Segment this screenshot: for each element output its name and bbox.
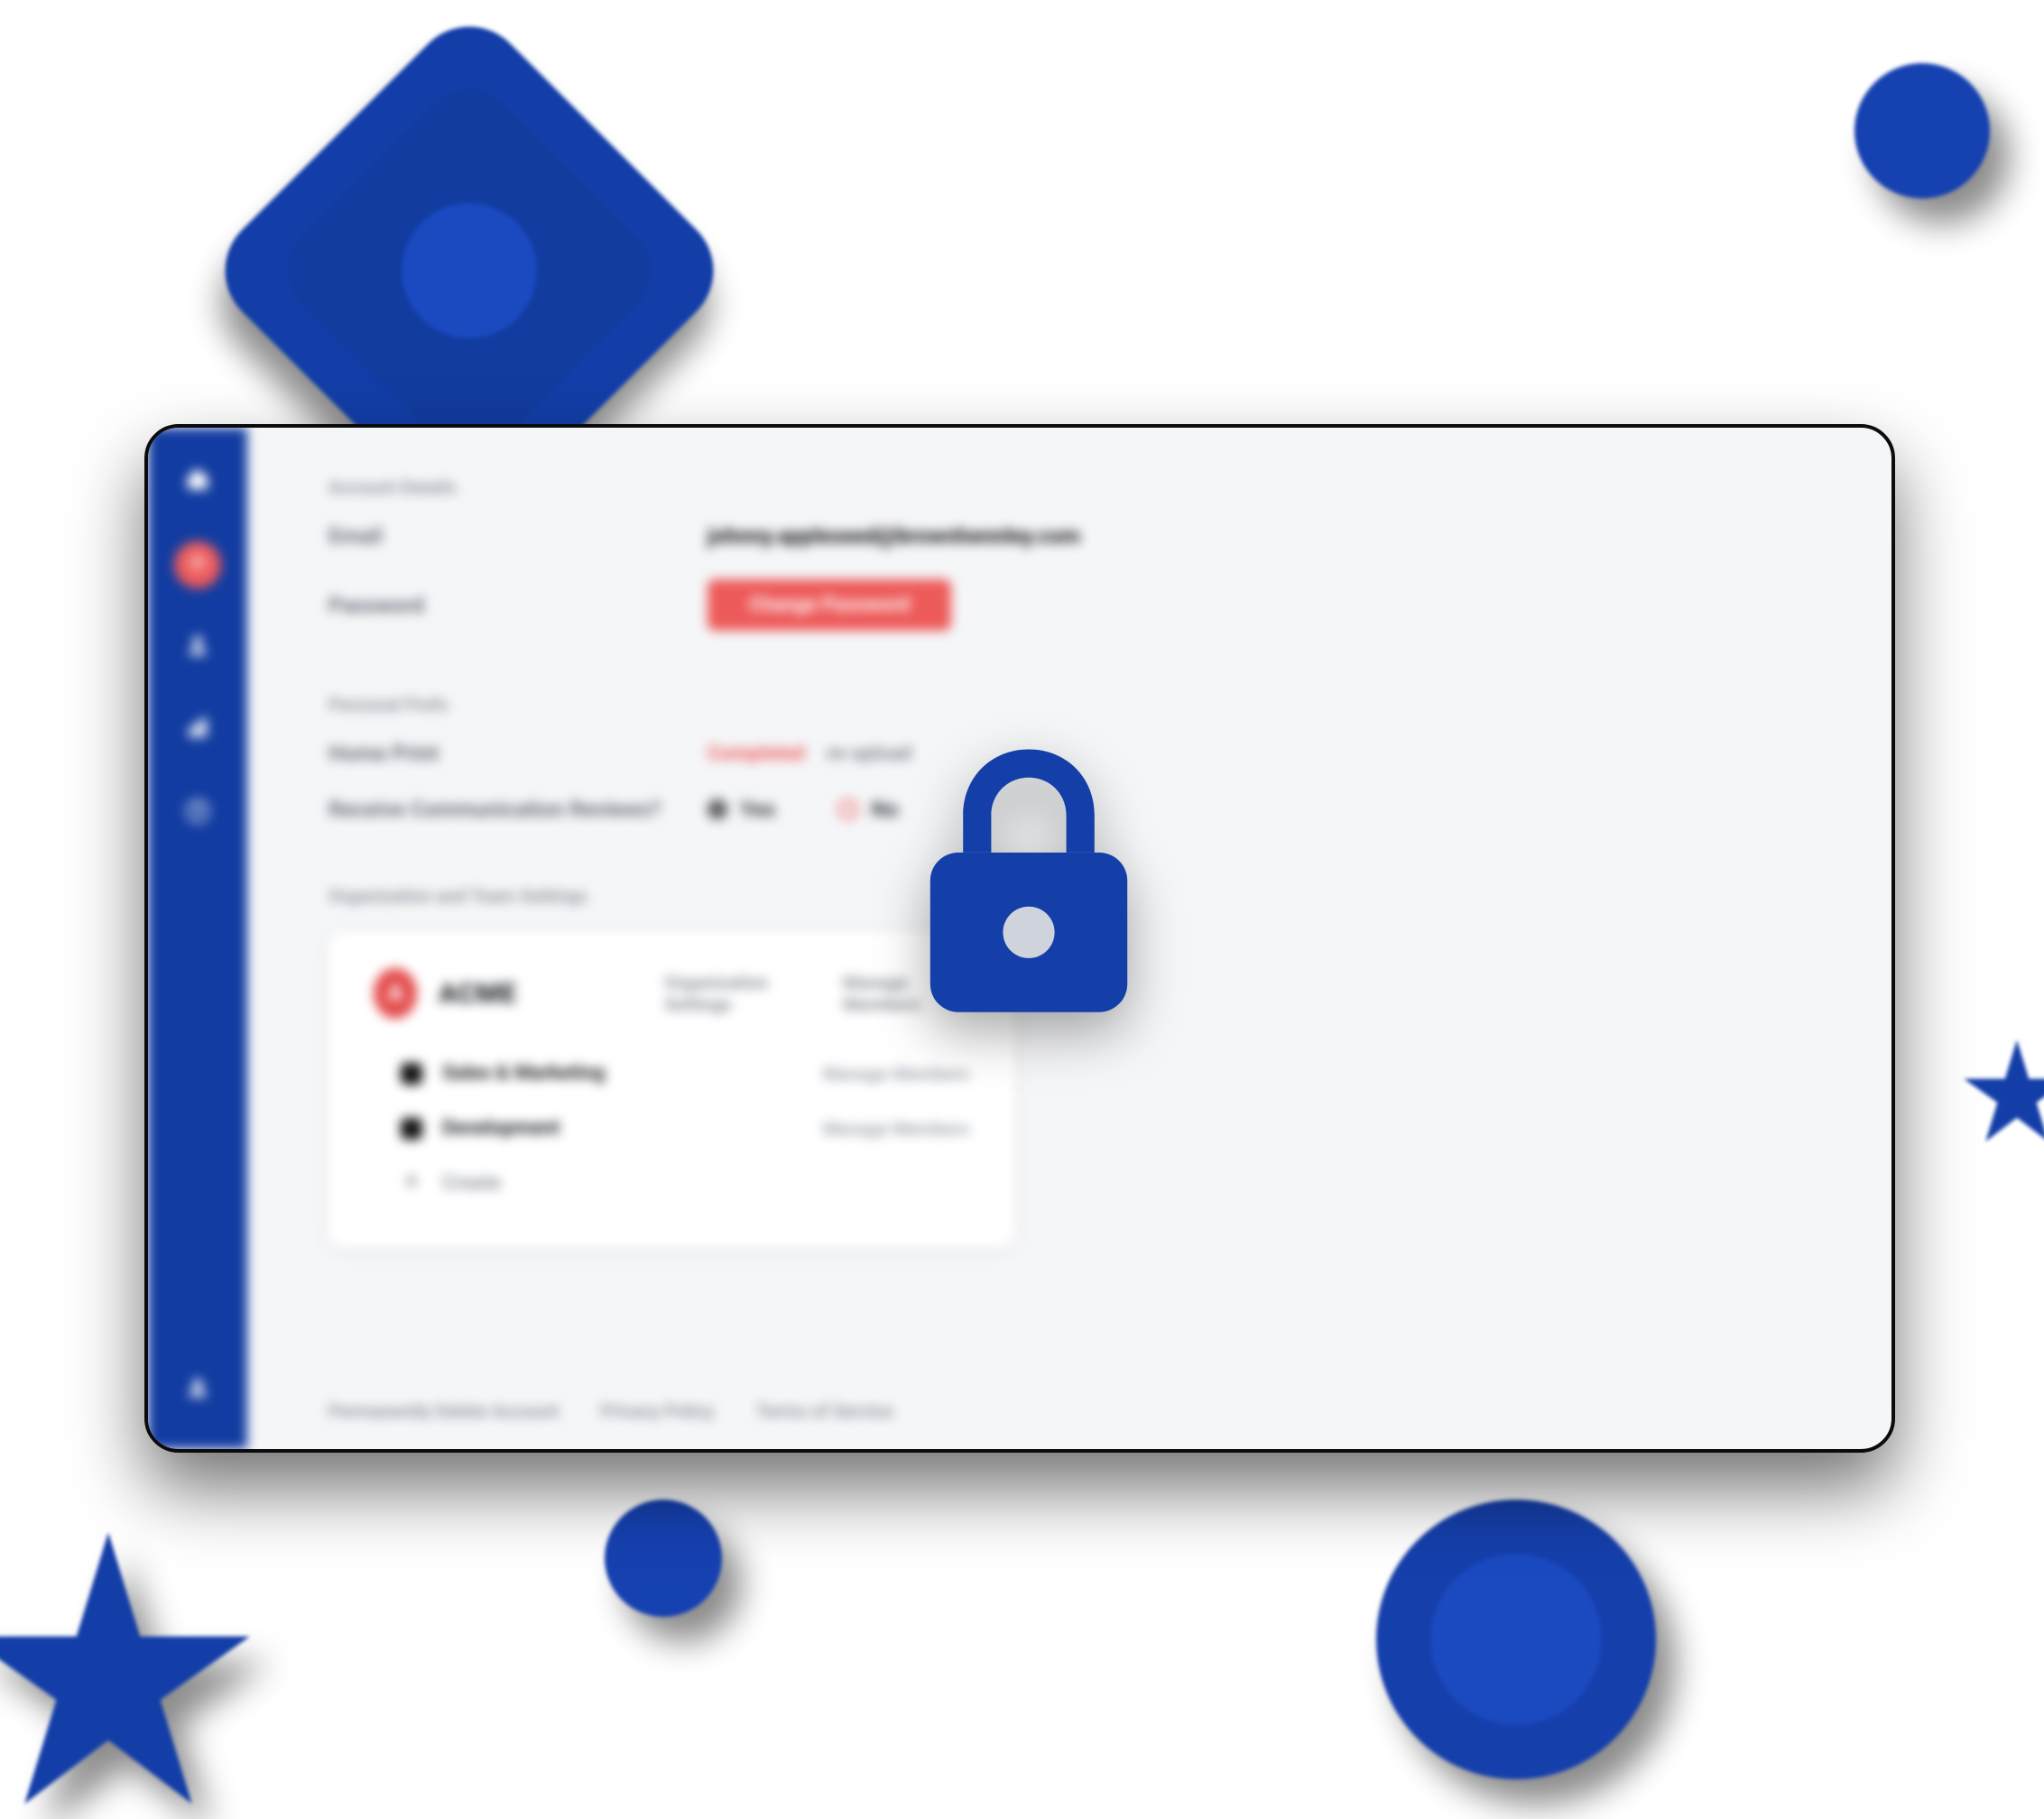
home-icon: [185, 466, 210, 498]
org-logo: A: [374, 968, 417, 1019]
decorative-circle: [1376, 1500, 1656, 1779]
create-team-row[interactable]: + Create: [374, 1156, 969, 1211]
email-value: johnny.appleseed@brownhennley.com: [708, 523, 1080, 549]
delete-account-link[interactable]: Permanently Delete Account: [328, 1400, 559, 1422]
radio-no[interactable]: No: [838, 797, 899, 822]
email-label: Email: [328, 523, 708, 549]
lock-icon: [911, 749, 1146, 1020]
communication-label: Receive Communication Reviews?: [328, 797, 708, 822]
home-print-label: Home Print: [328, 741, 708, 766]
users-icon: [185, 632, 210, 664]
sidebar-item-profile[interactable]: [174, 1366, 221, 1413]
personal-section-title: Personal Prefs: [328, 694, 1828, 716]
sidebar-item-home[interactable]: [174, 458, 221, 505]
sidebar-item-settings[interactable]: [174, 541, 221, 588]
svg-text:?: ?: [194, 802, 201, 819]
team-name[interactable]: Development: [442, 1117, 823, 1140]
team-row: Sales & Marketing Manage Members: [374, 1046, 969, 1101]
home-print-status: Completed: [708, 743, 805, 765]
terms-of-service-link[interactable]: Terms of Service: [755, 1400, 893, 1422]
sidebar-item-reports[interactable]: [174, 707, 221, 754]
email-row: Email johnny.appleseed@brownhennley.com: [328, 523, 1828, 549]
sidebar-item-help[interactable]: ?: [174, 790, 221, 837]
team-name[interactable]: Sales & Marketing: [442, 1062, 823, 1085]
decorative-star-fragment: [1963, 1038, 2044, 1146]
team-manage-link[interactable]: Manage Members: [823, 1118, 969, 1140]
radio-dot-icon: [838, 799, 858, 819]
team-manage-link[interactable]: Manage Members: [823, 1063, 969, 1085]
plus-icon: +: [401, 1173, 422, 1195]
privacy-policy-link[interactable]: Privacy Policy: [600, 1400, 714, 1422]
team-row: Development Manage Members: [374, 1101, 969, 1156]
help-icon: ?: [185, 799, 210, 830]
settings-icon: [185, 549, 210, 581]
radio-no-label: No: [871, 797, 899, 822]
sidebar-item-users[interactable]: [174, 624, 221, 671]
org-settings-link[interactable]: Organization Settings: [664, 972, 816, 1015]
password-row: Password Change Password: [328, 579, 1828, 631]
team-icon: [401, 1063, 422, 1085]
radio-dot-icon: [708, 799, 727, 819]
radio-yes[interactable]: Yes: [708, 797, 775, 822]
reports-icon: [185, 716, 210, 747]
account-section-title: Account Details: [328, 476, 1828, 498]
create-team-label: Create: [442, 1172, 969, 1195]
reupload-link[interactable]: re-upload: [827, 743, 912, 765]
decorative-circle: [1854, 63, 1990, 199]
change-password-button[interactable]: Change Password: [708, 579, 951, 631]
decorative-star: [0, 1527, 253, 1815]
decorative-circle: [605, 1500, 722, 1617]
profile-icon: [185, 1374, 210, 1406]
org-name: ACME: [439, 978, 637, 1010]
radio-yes-label: Yes: [740, 797, 775, 822]
password-label: Password: [328, 593, 708, 618]
team-icon: [401, 1118, 422, 1140]
sidebar: ?: [148, 428, 247, 1449]
footer-links: Permanently Delete Account Privacy Polic…: [328, 1400, 893, 1422]
